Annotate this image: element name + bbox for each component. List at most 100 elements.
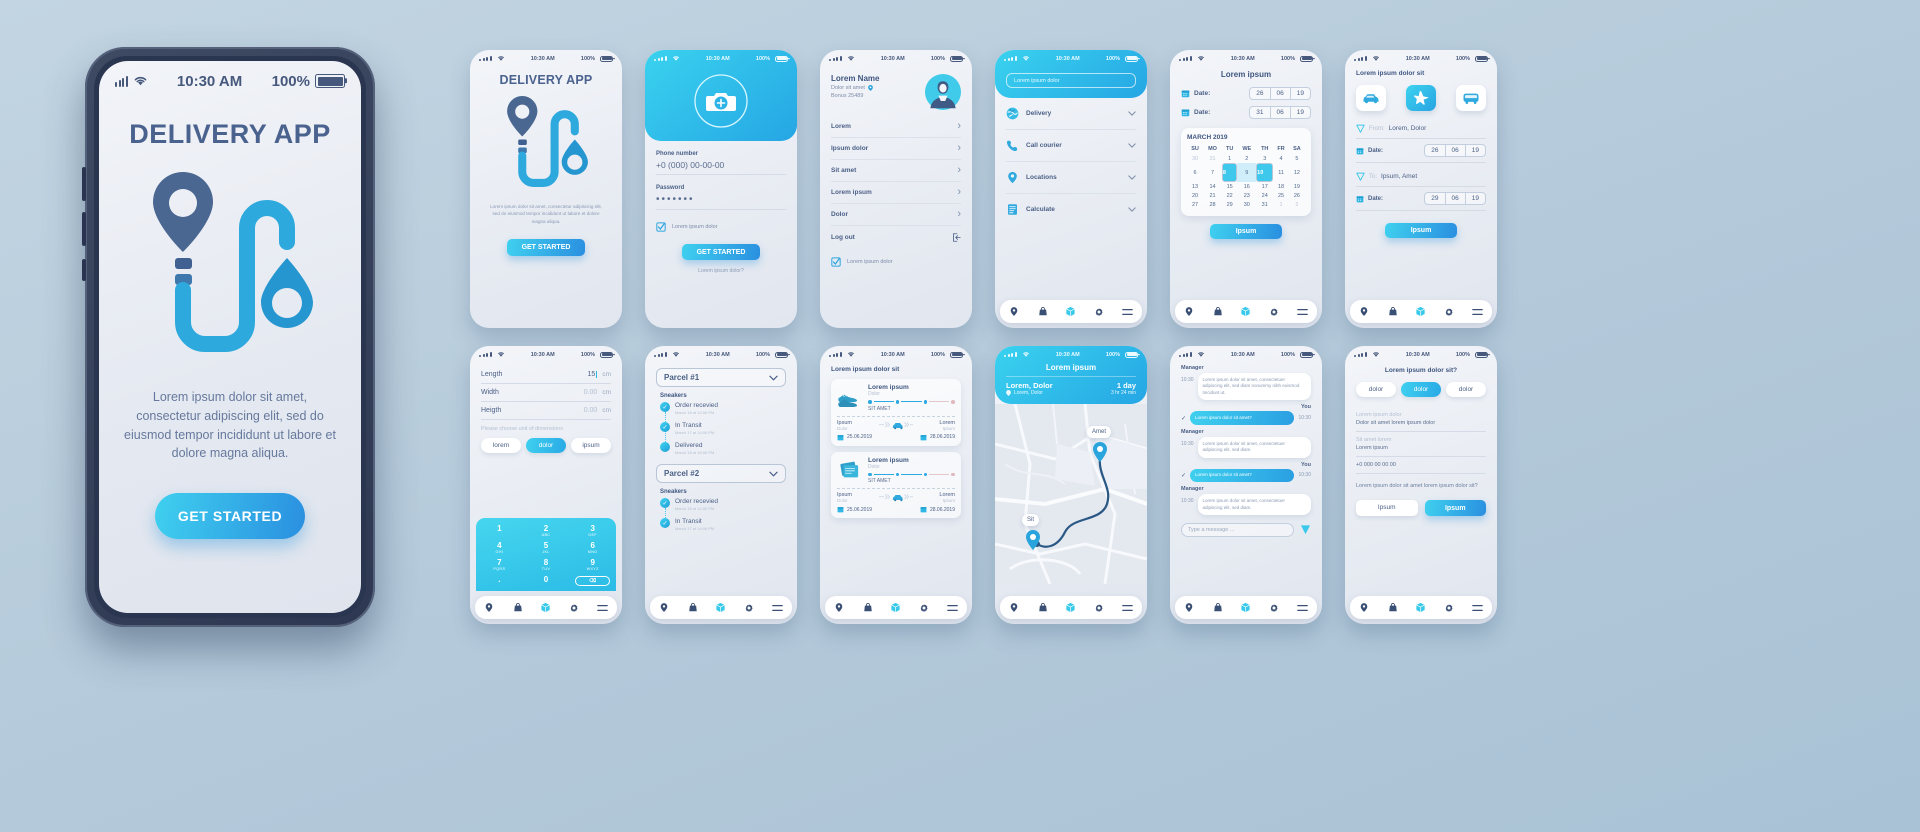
year-value[interactable]: 19 [1291,107,1310,118]
calendar-day[interactable]: 25 [1273,191,1289,200]
key-8[interactable]: 8 TUV [523,556,570,573]
get-started-button[interactable]: GET STARTED [155,493,305,539]
profile-menu-item[interactable]: Ipsum dolor [831,138,961,160]
box-icon[interactable] [1065,306,1077,318]
calendar-day[interactable]: 10 [1256,163,1274,182]
map-marker-label-amet[interactable]: Amet [1087,426,1112,438]
year-value[interactable]: 19 [1291,88,1310,99]
box-icon[interactable] [1240,602,1252,614]
key-1[interactable]: 1 [476,522,523,539]
pin-icon[interactable] [1008,306,1020,318]
date-to-group[interactable]: 31 06 19 [1249,106,1311,119]
field-value[interactable]: 0.00 [584,407,598,414]
pin-icon[interactable] [1358,306,1370,318]
calendar-day[interactable]: 28 [1203,200,1222,209]
calendar-day[interactable]: 18 [1273,182,1289,191]
unit-selector[interactable]: lorem dolor ipsum [481,438,611,453]
profile-menu-item[interactable]: Lorem [831,116,961,138]
chevron-down-icon[interactable] [769,471,778,477]
search-input[interactable]: Lorem ipsum dolor [1006,73,1136,88]
calendar-day[interactable]: 29 [1222,200,1238,209]
unit-option-ipsum[interactable]: ipsum [571,438,611,453]
gear-icon[interactable] [1443,602,1455,614]
gear-icon[interactable] [1268,602,1280,614]
bag-icon[interactable] [862,602,874,614]
calendar-day[interactable]: 31 [1256,200,1273,209]
menu-item-calculate[interactable]: Calculate [1006,194,1136,225]
menu-item-locations[interactable]: Locations [1006,162,1136,194]
profile-menu-item[interactable]: Sit amet [831,160,961,182]
cancel-button[interactable]: Ipsum [1356,500,1418,517]
checkbox-icon[interactable] [656,222,666,232]
from-date-group[interactable]: 26 06 19 [1424,144,1486,157]
profile-menu-item[interactable]: Lorem ipsum [831,182,961,204]
calendar-day[interactable]: 15 [1222,182,1238,191]
box-icon[interactable] [1415,602,1427,614]
key-6[interactable]: 6 MNO [569,539,616,556]
details-tabs[interactable]: dolor dolor dolor [1356,382,1486,397]
bottom-tabbar[interactable] [1175,300,1317,323]
key-3[interactable]: 3 DEF [569,522,616,539]
length-field[interactable]: Length 15 cm [481,366,611,384]
menu-item-call-courier[interactable]: Call courier [1006,130,1136,162]
bag-icon[interactable] [1037,602,1049,614]
confirm-button[interactable]: Ipsum [1424,500,1486,517]
gear-icon[interactable] [1093,602,1105,614]
from-date-row[interactable]: Date: 26 06 19 [1356,139,1486,163]
transport-mode-car[interactable] [1356,85,1386,111]
month-value[interactable]: 06 [1446,145,1466,156]
menu-icon[interactable] [1297,306,1309,318]
gear-icon[interactable] [568,602,580,614]
bottom-tabbar[interactable] [825,596,967,619]
remember-checkbox-row[interactable]: Lorem ipsum dolor [656,222,786,232]
date-to-row[interactable]: Date: 31 06 19 [1181,106,1311,119]
calendar-day[interactable]: 1 [1273,200,1289,209]
gear-icon[interactable] [743,602,755,614]
phone-field[interactable]: Phone number +0 (000) 00-00-00 [656,151,786,175]
tab-dolor-1[interactable]: dolor [1356,382,1396,397]
month-value[interactable]: 06 [1271,107,1291,118]
transport-mode-bus[interactable] [1456,85,1486,111]
menu-icon[interactable] [1472,602,1484,614]
month-value[interactable]: 06 [1271,88,1291,99]
calendar-day[interactable]: 17 [1256,182,1273,191]
map-marker-label-sit[interactable]: Sit [1022,514,1040,526]
unit-option-dolor[interactable]: dolor [526,438,566,453]
get-started-button[interactable]: GET STARTED [682,244,760,260]
pin-icon[interactable] [1358,602,1370,614]
box-icon[interactable] [540,602,552,614]
menu-icon[interactable] [947,602,959,614]
key-backspace[interactable]: ⌫ [569,573,616,588]
year-value[interactable]: 19 [1466,145,1485,156]
profile-checkbox-row[interactable]: Lorem ipsum dolor [831,257,961,267]
submit-button[interactable]: Ipsum [1385,223,1457,238]
bag-icon[interactable] [1387,306,1399,318]
confirm-button[interactable]: Ipsum [1210,224,1282,239]
to-date-group[interactable]: 29 06 19 [1424,192,1486,205]
calendar-day[interactable]: 30 [1187,154,1203,163]
calendar-day[interactable]: 20 [1187,191,1203,200]
calendar-day[interactable]: 2 [1237,154,1256,163]
box-icon[interactable] [1065,602,1077,614]
chevron-down-icon[interactable] [1128,111,1136,116]
to-value[interactable]: Ipsum, Amet [1381,173,1417,180]
menu-icon[interactable] [1472,306,1484,318]
date-from-row[interactable]: Date: 26 06 19 [1181,87,1311,100]
bottom-tabbar[interactable] [650,596,792,619]
calendar-day[interactable]: 12 [1289,163,1305,182]
calendar-day[interactable]: 19 [1289,182,1305,191]
bottom-tabbar[interactable] [1350,300,1492,323]
unit-option-lorem[interactable]: lorem [481,438,521,453]
month-value[interactable]: 06 [1446,193,1466,204]
map-canvas[interactable]: Amet Sit [995,404,1147,596]
pin-icon[interactable] [1183,602,1195,614]
order-card[interactable]: Lorem ipsum Dolor SIT AMET Ipsum Dolor L… [831,379,961,446]
calendar-day[interactable]: 26 [1289,191,1305,200]
box-icon[interactable] [1415,306,1427,318]
chevron-down-icon[interactable] [769,375,778,381]
group2-value[interactable]: Lorem ipsum [1356,445,1486,451]
calendar-day[interactable]: 11 [1273,163,1289,182]
pin-icon[interactable] [1183,306,1195,318]
key-dot[interactable]: . [476,573,523,588]
phone-input[interactable]: +0 (000) 00-00-00 [656,157,786,175]
